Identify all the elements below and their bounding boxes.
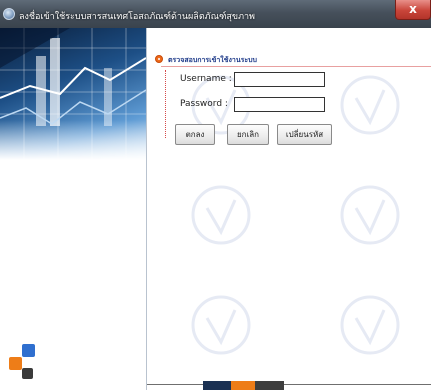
password-label: Password : — [180, 99, 228, 109]
window-titlebar: ลงชื่อเข้าใช้ระบบสารสนเทศโอสถภัณฑ์ด้านผล… — [0, 0, 431, 28]
close-button[interactable]: x — [395, 0, 431, 20]
change-password-button[interactable]: เปลี่ยนรหัส — [277, 124, 332, 145]
username-input[interactable] — [234, 72, 325, 87]
window-title: ลงชื่อเข้าใช้ระบบสารสนเทศโอสถภัณฑ์ด้านผล… — [19, 12, 255, 22]
section-title: ตรวจสอบการเข้าใช้งานระบบ — [168, 56, 258, 64]
password-input[interactable] — [234, 97, 325, 112]
app-icon — [3, 8, 15, 20]
footer-block-gray — [255, 381, 284, 390]
section-bullet-icon — [155, 55, 163, 63]
deco-square-orange — [9, 357, 22, 370]
banner-image — [0, 28, 146, 160]
footer-block-orange — [231, 381, 255, 390]
footer-block-dark — [203, 381, 231, 390]
username-label: Username : — [180, 74, 232, 84]
side-panel — [0, 28, 146, 390]
ok-button[interactable]: ตกลง — [175, 124, 215, 145]
deco-square-dark — [22, 368, 33, 379]
login-panel: ตรวจสอบการเข้าใช้งานระบบ Username : Pass… — [147, 28, 431, 390]
banner-fade — [0, 120, 146, 160]
cancel-button[interactable]: ยกเลิก — [227, 124, 269, 145]
form-border — [165, 70, 166, 138]
deco-square-blue — [22, 344, 35, 357]
section-rule — [161, 66, 431, 67]
